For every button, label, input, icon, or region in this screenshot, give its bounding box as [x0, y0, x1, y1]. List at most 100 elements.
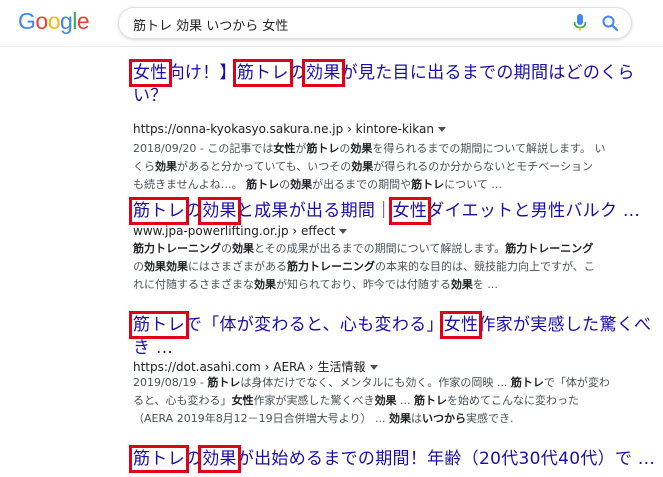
bold-keyword: 効果: [155, 160, 177, 173]
chevron-down-icon[interactable]: [437, 127, 446, 132]
title-text[interactable]: と成果が出る期間｜: [237, 201, 393, 221]
chevron-down-icon[interactable]: [369, 365, 378, 370]
bold-keyword: 女性: [273, 142, 296, 155]
snippet-line: の効果効果にはさまざまがある筋力トレーニングの本来的な目的は、競技能力向上ですが…: [133, 258, 633, 276]
highlighted-keyword[interactable]: 筋トレ: [129, 311, 189, 339]
title-text[interactable]: い？: [133, 86, 168, 106]
result-url-text: https://dot.asahi.com › AERA › 生活情報: [133, 360, 366, 374]
bold-keyword: 筋力トレーニング: [287, 260, 375, 273]
result-title-line[interactable]: 女性向け！】筋トレの効果が見た目に出るまでの期間はどのくら: [129, 59, 635, 87]
snippet-text: くら: [133, 160, 155, 173]
snippet-text: 2018/09/20 - この記事では: [133, 142, 274, 155]
bold-keyword: 筋トレ: [411, 178, 445, 191]
highlighted-keyword[interactable]: 効果: [302, 59, 345, 87]
snippet-text: について ...: [444, 178, 502, 191]
snippet-text: が出るまでの期間や: [312, 178, 412, 191]
result-title-line[interactable]: い？: [133, 85, 635, 108]
result-snippet: 2019/08/19 - 筋トレは身体だけでなく、メンタルにも効く。作家の岡映 …: [133, 374, 633, 428]
snippet-line: （AERA 2019年8月12－19日合併増大号より） ... 効果はいつから実…: [133, 410, 633, 428]
bold-keyword: 筋トレ: [246, 178, 280, 191]
snippet-text: ...: [396, 394, 415, 407]
bold-keyword: いつから: [421, 412, 466, 425]
snippet-text: の: [133, 260, 144, 273]
logo-letter: g: [59, 8, 73, 34]
result-url-text: www.jpa-powerlifting.or.jp › effect: [133, 224, 336, 238]
result-title[interactable]: 筋トレで「体が変わると、心も変わる」女性作家が実感した驚くべき ...: [129, 311, 651, 360]
result-title-line[interactable]: き ...: [133, 337, 651, 360]
snippet-text: が: [295, 142, 307, 155]
bold-keyword: 効果: [374, 394, 397, 407]
result-url[interactable]: www.jpa-powerlifting.or.jp › effect: [133, 224, 348, 238]
bold-keyword: 筋力トレーニング: [133, 242, 221, 255]
result-title[interactable]: 筋トレの効果と成果が出る期間｜女性ダイエットと男性バルク ...: [129, 197, 640, 225]
result-url[interactable]: https://onna-kyokasyo.sakura.ne.jp › kin…: [133, 122, 446, 136]
snippet-text: を得られるまでの期間について解説します。 い: [372, 142, 606, 155]
snippet-text: れに付随するさまざまな: [133, 278, 254, 291]
snippet-line: れに付随するさまざまな効果が知られており、昨今では付随する効果を ...: [133, 276, 633, 294]
result-title-line[interactable]: 筋トレで「体が変わると、心も変わる」女性作家が実感した驚くべ: [129, 311, 651, 339]
mic-icon[interactable]: [571, 13, 589, 33]
highlighted-keyword[interactable]: 女性: [439, 311, 483, 339]
snippet-text: 実感でき.: [465, 412, 514, 425]
snippet-text: も続きませんよね…。: [133, 178, 247, 191]
result-title-line[interactable]: 筋トレの効果が出始めるまでの期間！年齢（20代30代40代）で ...: [129, 445, 655, 473]
bold-keyword: 効果: [351, 160, 374, 173]
highlighted-keyword[interactable]: 女性: [388, 197, 432, 225]
title-text[interactable]: の: [289, 63, 306, 83]
snippet-text: の: [279, 178, 291, 191]
result-url[interactable]: https://dot.asahi.com › AERA › 生活情報: [133, 358, 378, 375]
snippet-text: の: [339, 142, 351, 155]
snippet-text: の: [221, 242, 232, 255]
bold-keyword: 効果: [388, 412, 411, 425]
result-snippet: 筋力トレーニングの効果とその成果が出るまでの期間について解説します。筋力トレーニ…: [133, 240, 633, 294]
result-title[interactable]: 筋トレの効果が出始めるまでの期間！年齢（20代30代40代）で ...: [129, 445, 655, 473]
title-text[interactable]: の: [185, 449, 202, 469]
title-text[interactable]: が見た目に出るまでの期間はどのくら: [341, 63, 635, 83]
snippet-text: は身体だけでなく、メンタルにも効く。作家の岡映 ...: [240, 376, 511, 389]
result-title-line[interactable]: 筋トレの効果と成果が出る期間｜女性ダイエットと男性バルク ...: [129, 197, 640, 225]
search-icon[interactable]: [601, 14, 619, 32]
highlighted-keyword[interactable]: 効果: [198, 197, 241, 225]
logo-letter: e: [76, 8, 90, 34]
snippet-text: （AERA 2019年8月12－19日合併増大号より） ...: [133, 412, 389, 425]
result-title[interactable]: 女性向け！】筋トレの効果が見た目に出るまでの期間はどのくら い？: [129, 59, 635, 108]
bold-keyword: 効果効果: [144, 260, 188, 273]
snippet-text: 作家が実感した驚くべき: [253, 394, 375, 407]
google-logo[interactable]: Google: [18, 8, 90, 35]
snippet-line: 2018/09/20 - この記事では女性が筋トレの効果を得られるまでの期間につ…: [133, 140, 633, 158]
snippet-text: が得られるのか分からないとモチベーション: [373, 160, 594, 173]
highlighted-keyword[interactable]: 筋トレ: [232, 59, 293, 87]
chevron-down-icon[interactable]: [339, 229, 348, 234]
title-text[interactable]: 向け！】: [168, 63, 237, 83]
bold-keyword: 筋トレ: [414, 394, 448, 407]
snippet-text: 2019/08/19 -: [133, 376, 208, 389]
bold-keyword: 効果: [254, 278, 276, 291]
snippet-text: で「体が変わ: [543, 376, 610, 389]
highlighted-keyword[interactable]: 女性: [129, 59, 172, 87]
snippet-text: を ...: [472, 278, 498, 291]
bold-keyword: 筋トレ: [207, 376, 241, 389]
snippet-text: があると分かっていても、いつその: [177, 160, 352, 173]
logo-letter: o: [47, 8, 61, 34]
snippet-line: も続きませんよね…。 筋トレの効果が出るまでの期間や筋トレについて ...: [133, 176, 633, 194]
snippet-text: を始めてこんなに変わった: [447, 394, 580, 407]
title-text[interactable]: で「体が変わると、心も変わる」: [185, 315, 444, 335]
bold-keyword: 効果: [232, 242, 254, 255]
title-text[interactable]: の: [185, 201, 202, 221]
title-text[interactable]: ダイエットと男性バルク ...: [427, 201, 640, 221]
highlighted-keyword[interactable]: 筋トレ: [129, 197, 189, 225]
search-input[interactable]: 筋トレ 効果 いつから 女性: [133, 15, 288, 34]
title-text[interactable]: き ...: [133, 338, 173, 358]
title-text[interactable]: が出始めるまでの期間！年齢（20代30代40代）で ...: [237, 449, 655, 469]
highlighted-keyword[interactable]: 効果: [198, 445, 241, 473]
bold-keyword: 効果: [450, 278, 473, 291]
bold-keyword: 筋トレ: [510, 376, 544, 389]
snippet-line: くら効果があると分かっていても、いつその効果が得られるのか分からないとモチベーシ…: [133, 158, 633, 176]
highlighted-keyword[interactable]: 筋トレ: [129, 445, 189, 473]
snippet-line: ると、心も変わる」女性作家が実感した驚くべき効果 ... 筋トレを始めてこんなに…: [133, 392, 633, 410]
logo-letter: o: [35, 8, 48, 34]
logo-letter: G: [18, 8, 36, 34]
result-snippet: 2018/09/20 - この記事では女性が筋トレの効果を得られるまでの期間につ…: [133, 140, 633, 194]
search-box[interactable]: 筋トレ 効果 いつから 女性: [118, 7, 632, 39]
title-text[interactable]: 作家が実感した驚くべ: [478, 315, 651, 335]
